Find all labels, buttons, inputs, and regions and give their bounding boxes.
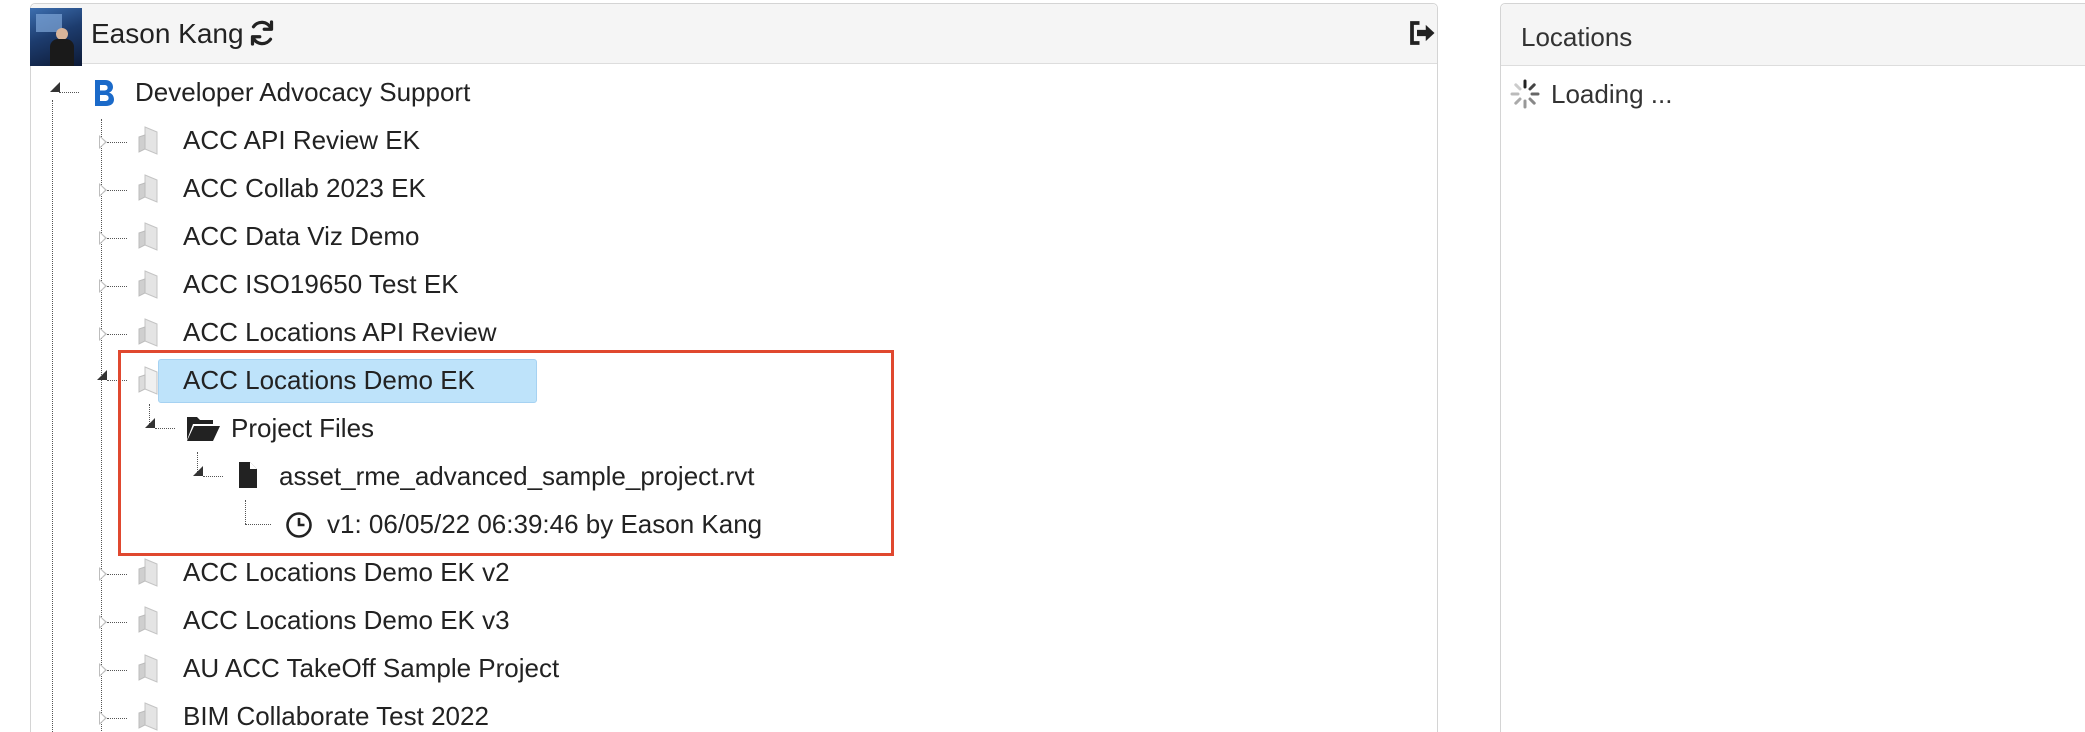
expand-toggle-icon[interactable]: [99, 327, 107, 341]
expand-toggle-icon[interactable]: [99, 183, 107, 197]
collapse-toggle-icon[interactable]: [97, 370, 107, 380]
expand-toggle-icon[interactable]: [99, 567, 107, 581]
project-icon: [138, 606, 158, 635]
collapse-toggle-icon[interactable]: [145, 418, 155, 428]
loading-text: Loading ...: [1551, 79, 1673, 109]
tree-node-project[interactable]: ACC Data Viz Demo: [183, 221, 420, 252]
bim360-b-icon: [95, 80, 114, 106]
project-tree-panel: Eason Kang Developer Advocacy Support AC…: [30, 3, 1438, 732]
tree-node-hub[interactable]: Developer Advocacy Support: [135, 77, 470, 108]
tree-node-project[interactable]: ACC API Review EK: [183, 125, 420, 156]
panel-header: Locations: [1501, 4, 2085, 66]
collapse-toggle-icon[interactable]: [50, 82, 60, 92]
spinner-icon: [1510, 79, 1540, 109]
project-icon: [138, 366, 158, 395]
expand-toggle-icon[interactable]: [99, 663, 107, 677]
tree-node-project[interactable]: ACC Locations Demo EK v3: [183, 605, 510, 636]
expand-toggle-icon[interactable]: [99, 135, 107, 149]
folder-open-icon: [187, 417, 220, 441]
tree-node-project[interactable]: BIM Collaborate Test 2022: [183, 701, 489, 732]
expand-toggle-icon[interactable]: [99, 231, 107, 245]
tree-node-project-selected[interactable]: ACC Locations Demo EK: [183, 365, 475, 396]
file-icon: [239, 462, 257, 488]
project-icon: [138, 702, 158, 731]
expand-toggle-icon[interactable]: [99, 279, 107, 293]
project-icon: [138, 222, 158, 251]
project-icon: [138, 270, 158, 299]
locations-panel: Locations Loading ...: [1500, 3, 2085, 732]
tree-node-folder[interactable]: Project Files: [231, 413, 374, 444]
expand-toggle-icon[interactable]: [99, 711, 107, 725]
project-icon: [138, 126, 158, 155]
tree-node-project[interactable]: ACC Locations API Review: [183, 317, 497, 348]
tree-node-file[interactable]: asset_rme_advanced_sample_project.rvt: [279, 461, 754, 492]
panel-title: Locations: [1521, 22, 1633, 52]
tree-node-version[interactable]: v1: 06/05/22 06:39:46 by Eason Kang: [327, 509, 762, 540]
tree-node-project[interactable]: ACC Collab 2023 EK: [183, 173, 426, 204]
project-tree: Developer Advocacy Support ACC API Revie…: [31, 4, 1437, 732]
project-icon: [138, 174, 158, 203]
project-icon: [138, 558, 158, 587]
tree-node-project[interactable]: AU ACC TakeOff Sample Project: [183, 653, 559, 684]
tree-node-project[interactable]: ACC Locations Demo EK v2: [183, 557, 510, 588]
collapse-toggle-icon[interactable]: [193, 466, 203, 476]
expand-toggle-icon[interactable]: [99, 615, 107, 629]
clock-icon: [286, 512, 312, 538]
tree-node-project[interactable]: ACC ISO19650 Test EK: [183, 269, 459, 300]
project-icon: [138, 318, 158, 347]
project-icon: [138, 654, 158, 683]
